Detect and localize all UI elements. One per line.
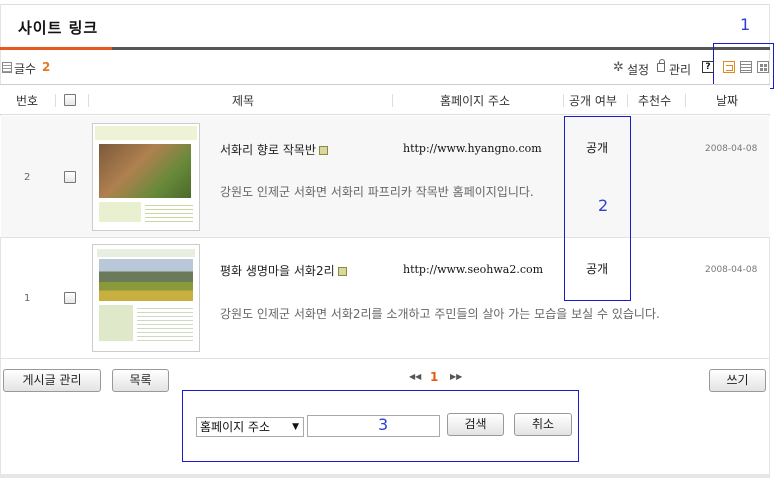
header-divider — [88, 94, 89, 107]
row-number: 1 — [24, 293, 31, 304]
gear-icon[interactable]: ✲ — [613, 61, 624, 74]
select-all-checkbox[interactable] — [64, 94, 76, 106]
post-title-text[interactable]: 서화리 향로 작목반 — [220, 143, 316, 157]
thumbnail-photo — [99, 259, 193, 301]
row-divider — [0, 237, 770, 238]
search-input[interactable] — [307, 415, 440, 437]
attachment-icon — [318, 146, 328, 155]
thumbnail-header — [97, 249, 195, 257]
help-button[interactable]: ? — [702, 61, 714, 73]
header-rule — [112, 47, 770, 50]
row-divider — [0, 358, 770, 359]
footer-rule — [0, 474, 770, 478]
list-button[interactable]: 목록 — [112, 369, 169, 392]
tab-site-link[interactable]: 사이트 링크 — [18, 17, 98, 38]
settings-link[interactable]: 설정 — [627, 61, 649, 78]
thumbnail-text — [137, 305, 193, 341]
annotation-label-3: 3 — [378, 415, 389, 434]
post-date: 2008-04-08 — [705, 144, 758, 154]
post-description: 강원도 인제군 서화면 서화리 파프리카 작목반 홈페이지입니다. — [220, 185, 534, 199]
header-recommend: 추천수 — [638, 94, 672, 108]
next-page-icon[interactable]: ▶▶ — [450, 372, 462, 381]
cancel-button[interactable]: 취소 — [514, 413, 572, 436]
header-divider — [392, 94, 393, 107]
write-button[interactable]: 쓰기 — [709, 369, 766, 392]
post-date: 2008-04-08 — [705, 265, 758, 275]
post-title-text[interactable]: 평화 생명마을 서화2리 — [220, 264, 335, 278]
row-checkbox[interactable] — [64, 292, 76, 304]
manage-posts-button[interactable]: 게시글 관리 — [3, 369, 101, 392]
header-homepage: 홈페이지 주소 — [440, 94, 511, 108]
tab-active-underline — [0, 47, 112, 50]
search-button[interactable]: 검색 — [447, 413, 504, 436]
header-divider — [55, 94, 56, 107]
post-count-value: 2 — [42, 60, 51, 74]
post-title-link[interactable]: 서화리 향로 작목반 — [220, 141, 328, 158]
search-field-select[interactable]: 홈페이지 주소 ▼ — [196, 417, 304, 437]
thumbnail-block — [99, 202, 141, 222]
header-visibility: 공개 여부 — [569, 94, 617, 108]
header-no: 번호 — [16, 94, 39, 108]
post-count-icon — [2, 62, 12, 73]
thumbnail-block — [99, 305, 133, 341]
attachment-icon — [337, 267, 347, 276]
header-title: 제목 — [232, 94, 255, 108]
search-field-selected: 홈페이지 주소 — [200, 420, 271, 434]
header-date: 날짜 — [716, 94, 739, 108]
post-title-link[interactable]: 평화 생명마을 서화2리 — [220, 262, 347, 279]
gallery-view-icon[interactable] — [757, 61, 769, 73]
thumbnail-text — [145, 202, 193, 222]
header-divider — [563, 94, 564, 107]
annotation-label-1: 1 — [740, 15, 751, 34]
row-number: 2 — [24, 172, 31, 183]
annotation-label-2: 2 — [598, 196, 609, 215]
lock-icon[interactable] — [657, 59, 665, 72]
homepage-url[interactable]: http://www.seohwa2.com — [403, 263, 543, 276]
header-divider — [685, 94, 686, 107]
table-header: 번호 제목 홈페이지 주소 공개 여부 추천수 날짜 — [0, 84, 770, 115]
homepage-url[interactable]: http://www.hyangno.com — [403, 142, 542, 155]
thumbnail-photo — [99, 144, 191, 198]
header-divider — [627, 94, 628, 107]
page-number-current[interactable]: 1 — [430, 370, 438, 384]
row-checkbox[interactable] — [64, 171, 76, 183]
site-thumbnail[interactable] — [92, 244, 200, 352]
post-count-label: 글수 — [14, 62, 37, 76]
chevron-down-icon: ▼ — [292, 422, 299, 432]
site-thumbnail[interactable] — [92, 123, 200, 231]
top-border — [0, 4, 770, 5]
list-view-icon[interactable] — [740, 61, 752, 73]
manage-link[interactable]: 관리 — [669, 61, 691, 78]
prev-page-icon[interactable]: ◀◀ — [409, 372, 421, 381]
post-description: 강원도 인제군 서화면 서화2리를 소개하고 주민들의 살아 가는 모습을 보실… — [220, 307, 660, 321]
left-border — [0, 4, 1, 474]
rss-icon[interactable] — [723, 61, 735, 73]
